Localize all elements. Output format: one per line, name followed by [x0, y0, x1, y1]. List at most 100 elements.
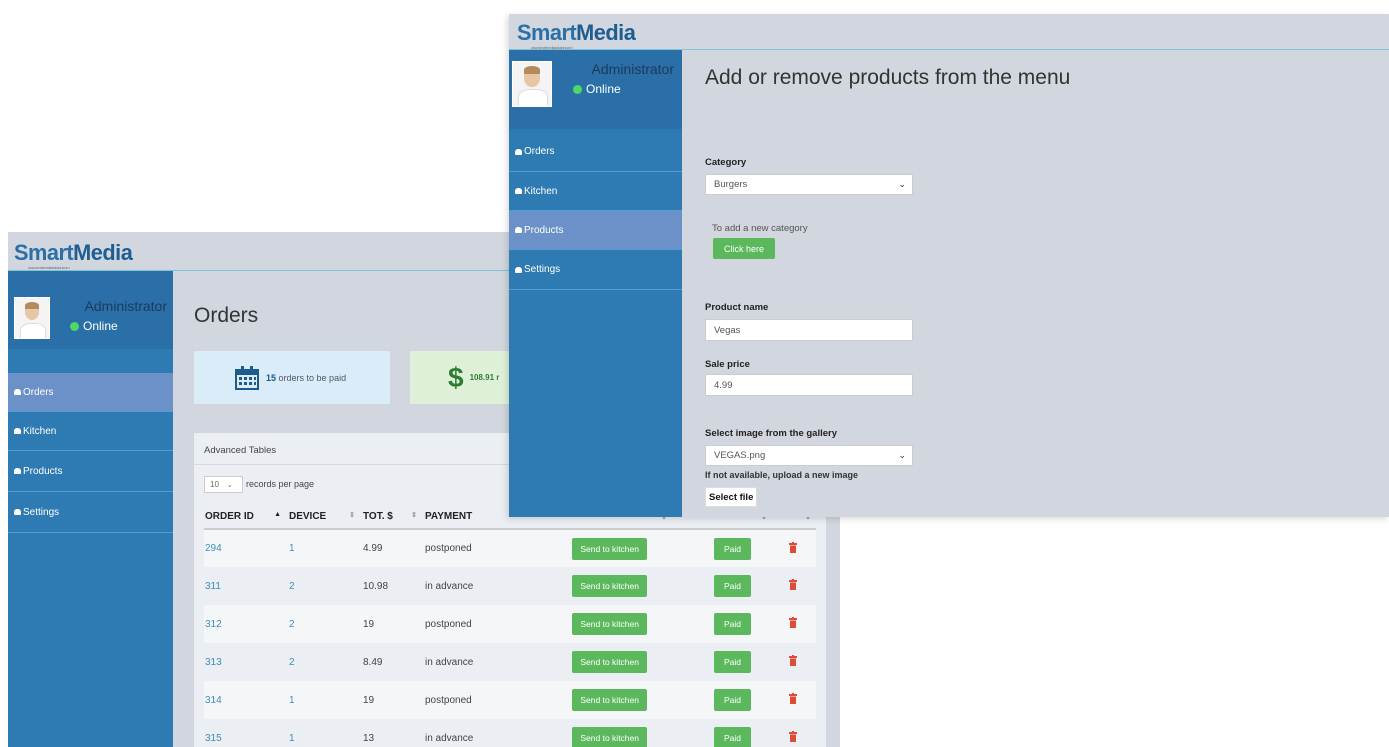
- trash-icon[interactable]: [789, 541, 797, 553]
- gallery-label: Select image from the gallery: [705, 428, 837, 439]
- table-row: 294 1 4.99 postponed Send to kitchen Paid: [204, 529, 816, 567]
- paid-button[interactable]: Paid: [713, 651, 751, 673]
- page-size-select[interactable]: 10 ⌄: [204, 476, 243, 493]
- home-icon: [14, 509, 21, 515]
- table-row: 313 2 8.49 in advance Send to kitchen Paid: [204, 643, 816, 681]
- logo-tagline: www.smartmediasoluzioni.com: [28, 265, 70, 270]
- user-status: Online: [573, 82, 621, 96]
- order-id-link[interactable]: 294: [204, 529, 288, 567]
- home-icon: [515, 188, 522, 194]
- orders-table: ORDER ID▲ DEVICE⇕ TOT. $⇕ PAYMENT⇕ ⇕ ⇕ ⇕…: [204, 505, 816, 747]
- total-cell: 13: [363, 732, 375, 744]
- nav-item-settings[interactable]: Settings: [8, 492, 173, 533]
- sidebar: Administrator Online Orders Kitchen Prod…: [509, 50, 682, 517]
- trash-icon[interactable]: [789, 579, 797, 590]
- table-row: 312 2 19 postponed Send to kitchen Paid: [204, 605, 816, 643]
- trash-icon[interactable]: [789, 617, 797, 628]
- table-row: 314 1 19 postponed Send to kitchen Paid: [204, 681, 816, 719]
- order-id-link[interactable]: 314: [204, 681, 288, 719]
- nav-item-orders[interactable]: Orders: [509, 132, 682, 172]
- paid-button[interactable]: Paid: [713, 575, 751, 597]
- add-category-hint: To add a new category: [712, 223, 808, 234]
- user-panel: Administrator Online: [509, 50, 682, 129]
- trash-icon[interactable]: [789, 655, 797, 666]
- panel-title: Advanced Tables: [204, 445, 277, 456]
- order-id-link[interactable]: 315: [204, 719, 288, 747]
- send-to-kitchen-button[interactable]: Send to kitchen: [572, 651, 647, 673]
- sort-asc-icon: ▲: [274, 511, 281, 518]
- category-label: Category: [705, 157, 747, 168]
- order-id-link[interactable]: 311: [204, 567, 288, 605]
- online-dot-icon: [70, 322, 79, 332]
- paid-button[interactable]: Paid: [713, 613, 751, 635]
- info-box-orders-to-pay: 15 orders to be paid: [194, 351, 390, 404]
- device-cell: 2: [289, 580, 295, 592]
- payment-cell: postponed: [425, 618, 472, 630]
- nav-item-kitchen[interactable]: Kitchen: [509, 172, 682, 211]
- send-to-kitchen-button[interactable]: Send to kitchen: [572, 689, 647, 711]
- calendar-icon: [235, 365, 259, 390]
- user-status: Online: [70, 319, 118, 333]
- sale-price-input[interactable]: 4.99: [705, 374, 913, 396]
- home-icon: [14, 468, 21, 474]
- user-panel: Administrator Online: [8, 271, 173, 349]
- sort-icon: ⇕: [349, 512, 355, 519]
- products-window: SmartMedia www.smartmediasoluzioni.com A…: [509, 14, 1389, 517]
- nav-item-products[interactable]: Products: [8, 451, 173, 492]
- total-cell: 19: [363, 618, 375, 630]
- send-to-kitchen-button[interactable]: Send to kitchen: [572, 727, 647, 747]
- nav-item-kitchen[interactable]: Kitchen: [8, 412, 173, 451]
- sale-price-label: Sale price: [705, 359, 750, 370]
- page-title: Add or remove products from the menu: [705, 66, 1071, 89]
- payment-cell: in advance: [425, 580, 474, 592]
- select-file-button[interactable]: Select file: [705, 487, 758, 507]
- records-per-page-label: records per page: [246, 479, 315, 489]
- total-cell: 8.49: [363, 656, 383, 668]
- chevron-down-icon: ⌄: [898, 450, 906, 460]
- top-bar: SmartMedia www.smartmediasoluzioni.com: [509, 14, 1389, 50]
- smartmedia-logo[interactable]: SmartMedia www.smartmediasoluzioni.com: [517, 20, 636, 50]
- total-cell: 4.99: [363, 543, 383, 554]
- payment-cell: postponed: [425, 543, 472, 554]
- total-cell: 10.98: [363, 580, 389, 592]
- total-cell: 19: [363, 694, 375, 706]
- device-cell: 1: [289, 732, 295, 744]
- order-id-link[interactable]: 312: [204, 605, 288, 643]
- avatar: [14, 297, 50, 339]
- orders-to-pay-text: 15 orders to be paid: [266, 372, 347, 383]
- column-header-payment[interactable]: PAYMENT⇕: [424, 505, 522, 529]
- nav-item-orders[interactable]: Orders: [8, 373, 173, 412]
- order-id-link[interactable]: 313: [204, 643, 288, 681]
- send-to-kitchen-button[interactable]: Send to kitchen: [572, 575, 647, 597]
- category-select[interactable]: Burgers ⌄: [705, 174, 913, 195]
- payment-cell: postponed: [425, 694, 472, 706]
- paid-button[interactable]: Paid: [713, 689, 751, 711]
- page-title: Orders: [194, 304, 259, 327]
- user-name: Administrator: [84, 298, 167, 314]
- column-header-order-id[interactable]: ORDER ID ▲: [204, 505, 288, 529]
- paid-button[interactable]: Paid: [713, 727, 751, 747]
- device-cell: 2: [289, 656, 295, 668]
- device-cell: 1: [289, 543, 295, 554]
- send-to-kitchen-button[interactable]: Send to kitchen: [572, 613, 647, 635]
- trash-icon[interactable]: [789, 693, 797, 704]
- dollar-icon: $: [448, 361, 464, 393]
- table-row: 311 2 10.98 in advance Send to kitchen Paid: [204, 567, 816, 605]
- sidebar: Administrator Online Orders Kitchen Prod…: [8, 271, 173, 747]
- upload-hint: If not available, upload a new image: [705, 470, 859, 480]
- paid-button[interactable]: Paid: [713, 537, 751, 560]
- column-header-total[interactable]: TOT. $ ⇕: [362, 505, 424, 529]
- nav-item-settings[interactable]: Settings: [509, 250, 682, 290]
- column-header-device[interactable]: DEVICE ⇕: [288, 505, 362, 529]
- product-name-input[interactable]: Vegas: [705, 319, 913, 341]
- gallery-select[interactable]: VEGAS.png ⌄: [705, 445, 913, 466]
- nav-item-products[interactable]: Products: [509, 211, 682, 250]
- add-category-button[interactable]: Click here: [713, 238, 775, 259]
- avatar: [512, 61, 552, 107]
- home-icon: [515, 266, 522, 273]
- revenue-text: 108.91 r: [469, 373, 500, 382]
- online-dot-icon: [573, 85, 582, 95]
- smartmedia-logo[interactable]: SmartMedia www.smartmediasoluzioni.com: [14, 240, 133, 270]
- send-to-kitchen-button[interactable]: Send to kitchen: [572, 537, 647, 560]
- trash-icon[interactable]: [789, 731, 797, 742]
